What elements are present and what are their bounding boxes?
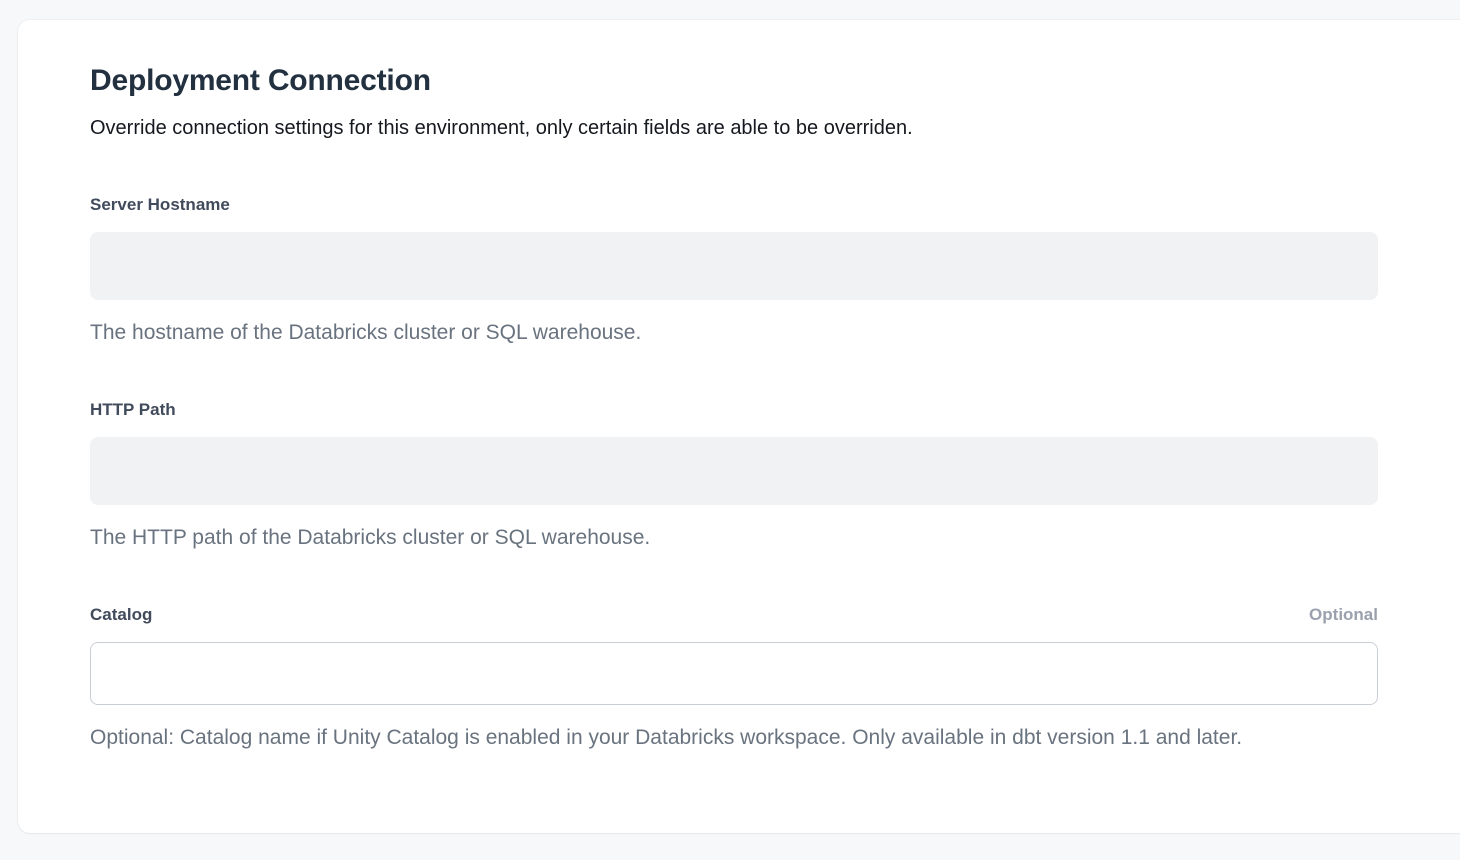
page-subtitle: Override connection settings for this en… (90, 117, 1378, 140)
field-group-server-hostname: Server Hostname The hostname of the Data… (90, 195, 1378, 345)
http-path-helper-text: The HTTP path of the Databricks cluster … (90, 526, 1378, 550)
page-title: Deployment Connection (90, 64, 1378, 98)
catalog-helper-text: Optional: Catalog name if Unity Catalog … (90, 726, 1378, 750)
http-path-label: HTTP Path (90, 400, 176, 420)
catalog-input[interactable] (90, 642, 1378, 705)
server-hostname-input (90, 232, 1378, 300)
field-group-catalog: Catalog Optional Optional: Catalog name … (90, 605, 1378, 750)
http-path-input (90, 437, 1378, 505)
catalog-optional-badge: Optional (1309, 605, 1378, 625)
label-row: Catalog Optional (90, 605, 1378, 625)
catalog-label: Catalog (90, 605, 152, 625)
field-group-http-path: HTTP Path The HTTP path of the Databrick… (90, 400, 1378, 550)
label-row: HTTP Path (90, 400, 1378, 420)
label-row: Server Hostname (90, 195, 1378, 215)
card-content: Deployment Connection Override connectio… (90, 20, 1378, 750)
server-hostname-helper-text: The hostname of the Databricks cluster o… (90, 321, 1378, 345)
server-hostname-label: Server Hostname (90, 195, 230, 215)
deployment-connection-card: Deployment Connection Override connectio… (18, 20, 1460, 833)
